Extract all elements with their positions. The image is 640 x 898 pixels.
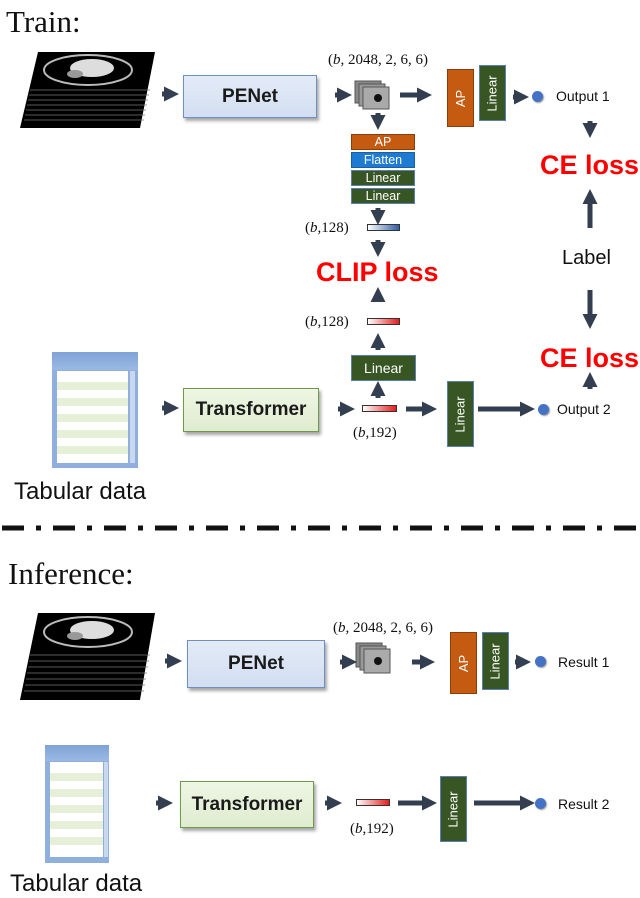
result1-dot <box>535 656 546 667</box>
feature-map-stack-train <box>354 80 390 110</box>
tab-feature-dim-label-train: (b,192) <box>353 425 397 441</box>
tab-projection-linear: Linear <box>351 355 416 381</box>
result2-dot <box>535 798 546 809</box>
projection-linear-layer-2: Linear <box>351 188 415 204</box>
tab-feature-vector-train <box>362 405 397 412</box>
ct-scan-stack-inference <box>20 613 155 700</box>
tabular-data-caption-train: Tabular data <box>14 478 147 505</box>
tab-feature-dim-label-inference: (b,192) <box>350 821 394 837</box>
feature-dim-label-train: (b, 2048, 2, 6, 6) <box>328 52 428 68</box>
image-embed-dim-label: (b,128) <box>305 220 349 236</box>
output1-label: Output 1 <box>556 88 610 104</box>
tab-head-linear-inference: Linear <box>440 776 467 842</box>
inference-section-title: Inference: <box>8 556 134 591</box>
tabular-data-caption-inference: Tabular data <box>10 870 143 897</box>
tabular-data-icon-inference <box>45 745 109 863</box>
tab-head-linear-train: Linear <box>447 381 474 447</box>
transformer-encoder-box-inference: Transformer <box>180 781 314 828</box>
result1-label: Result 1 <box>558 654 610 670</box>
projection-linear-layer-1: Linear <box>351 170 415 186</box>
projection-flatten-layer: Flatten <box>351 152 415 168</box>
result2-label: Result 2 <box>558 796 610 812</box>
tab-embedding-vector <box>367 318 400 325</box>
ce-loss-bottom-label: CE loss <box>540 343 640 373</box>
clip-loss-label: CLIP loss <box>316 257 439 287</box>
label-node: Label <box>562 247 611 269</box>
image-embedding-vector <box>367 224 400 231</box>
ct-scan-stack-train <box>20 52 155 128</box>
diagram-canvas <box>2 52 640 863</box>
tab-embed-dim-label: (b,128) <box>305 314 349 330</box>
penet-encoder-box-train: PENet <box>183 75 317 118</box>
tab-feature-vector-inference <box>356 799 390 806</box>
feature-map-stack-inference <box>355 642 391 674</box>
output2-dot <box>538 404 549 415</box>
ce-loss-top-label: CE loss <box>540 150 640 180</box>
linear-layer-train: Linear <box>479 65 506 121</box>
ap-layer-train: AP <box>447 69 474 127</box>
tabular-data-icon-train <box>52 352 138 468</box>
ap-layer-inference: AP <box>450 632 477 694</box>
feature-dim-label-inference: (b, 2048, 2, 6, 6) <box>333 620 433 636</box>
output2-label: Output 2 <box>557 401 611 417</box>
linear-layer-inference: Linear <box>482 632 509 690</box>
penet-encoder-box-inference: PENet <box>187 640 325 688</box>
transformer-encoder-box-train: Transformer <box>183 388 319 432</box>
output1-dot <box>532 91 543 102</box>
projection-head-stack: AP Flatten Linear Linear <box>351 134 415 204</box>
projection-ap-layer: AP <box>351 134 415 150</box>
train-section-title: Train: <box>6 4 81 39</box>
